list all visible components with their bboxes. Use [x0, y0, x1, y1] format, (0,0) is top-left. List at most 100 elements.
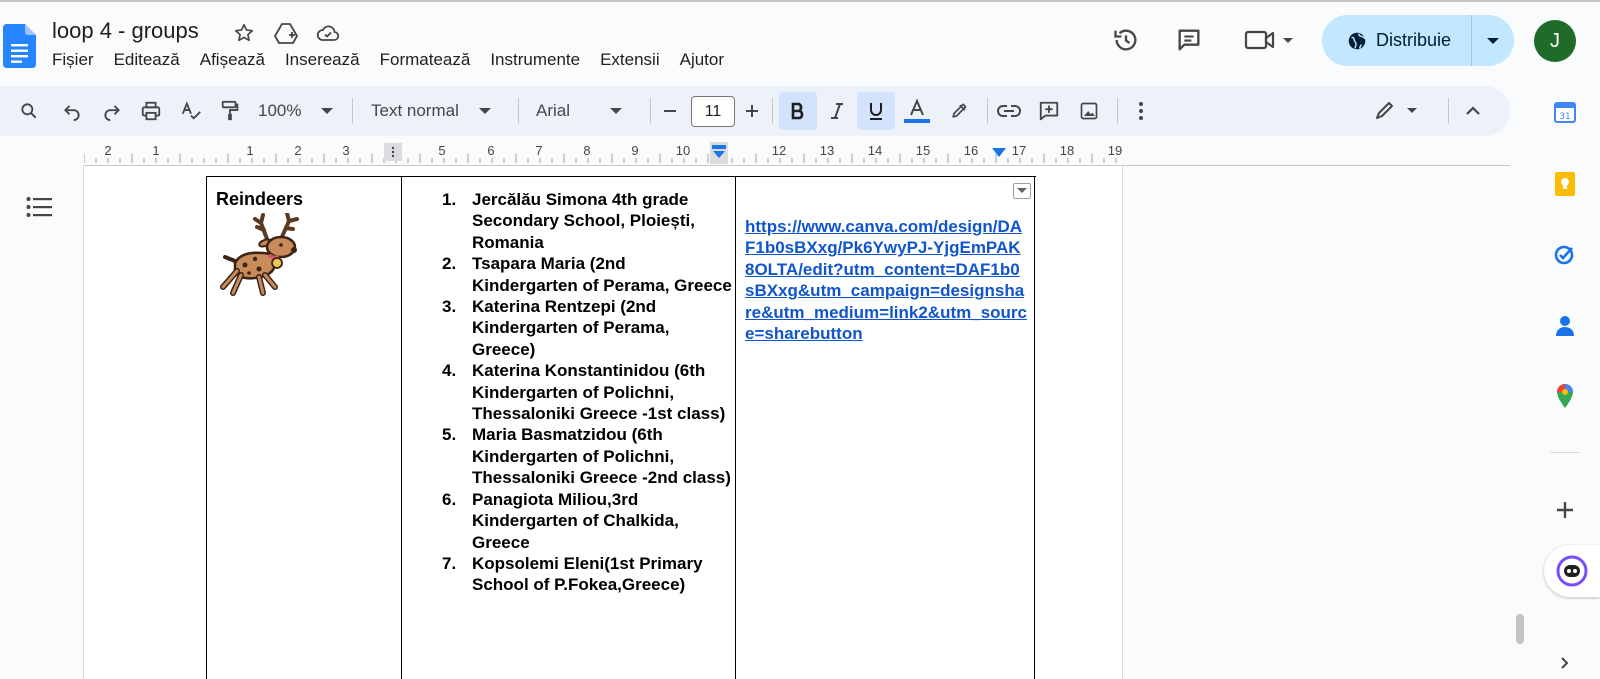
ruler-number: 14 — [867, 143, 883, 158]
menu-format[interactable]: Formatează — [380, 50, 481, 70]
right-indent-marker[interactable] — [992, 146, 1006, 160]
insert-link-icon[interactable] — [991, 86, 1027, 136]
table-cell-link[interactable]: https://www.canva.com/design/DAF1b0sBXxg… — [735, 177, 1035, 679]
avatar[interactable]: J — [1534, 20, 1576, 62]
hide-menus-icon[interactable] — [1456, 86, 1490, 136]
reindeer-image[interactable] — [215, 213, 305, 297]
meet-icon[interactable] — [1240, 22, 1300, 58]
menu-extensions[interactable]: Extensii — [600, 50, 670, 70]
document-outline-icon[interactable] — [26, 196, 52, 218]
menu-tools[interactable]: Instrumente — [490, 50, 590, 70]
spellcheck-icon[interactable] — [174, 86, 208, 136]
member-text: Kopsolemi Eleni(1st Primary School of P.… — [472, 553, 703, 595]
column-divider-handle[interactable] — [384, 143, 402, 161]
chevron-down-icon — [610, 107, 623, 114]
ruler-number: 1 — [152, 143, 160, 158]
version-history-icon[interactable] — [1108, 22, 1144, 58]
tasks-icon[interactable] — [1549, 238, 1581, 270]
paint-format-icon[interactable] — [213, 86, 247, 136]
move-to-drive-icon[interactable] — [272, 19, 300, 47]
toolbar-divider — [1117, 98, 1118, 124]
member-text: Panagiota Miliou,3rd Kindergarten of Cha… — [472, 489, 679, 552]
bold-button[interactable] — [779, 92, 817, 130]
ruler-number: 15 — [915, 143, 931, 158]
ruler-number: 2 — [294, 143, 302, 158]
docs-logo-icon[interactable] — [3, 24, 36, 68]
contacts-icon[interactable] — [1549, 310, 1581, 342]
toolbar-divider — [987, 98, 988, 124]
table-cell-members[interactable]: 1. Jercălău Simona 4th grade Secondary Sc… — [401, 177, 735, 679]
member-text: Katerina Konstantinidou (6th Kindergarte… — [472, 361, 726, 424]
share-dropdown-icon[interactable] — [1472, 37, 1514, 45]
italic-icon[interactable] — [818, 86, 856, 136]
style-value: Text normal — [371, 101, 459, 120]
toolbar-divider — [352, 98, 353, 124]
table-cell-group[interactable]: Reindeers — [206, 177, 401, 679]
zoom-value: 100% — [258, 101, 302, 120]
font-size-input[interactable]: 11 — [691, 96, 735, 127]
bold-icon — [791, 102, 804, 120]
undo-icon[interactable] — [55, 86, 89, 136]
menu-insert[interactable]: Inserează — [285, 50, 370, 70]
ruler-number: 8 — [583, 143, 591, 158]
editing-mode-icon[interactable] — [1370, 86, 1426, 136]
ruler[interactable]: 2 1 1 2 3 5 6 7 8 9 10 12 13 14 15 16 17… — [84, 140, 1510, 166]
style-select[interactable]: Text normal — [371, 86, 503, 136]
left-indent-marker[interactable] — [710, 142, 728, 164]
insert-image-icon[interactable] — [1071, 86, 1107, 136]
globe-icon — [1348, 32, 1366, 49]
maps-icon[interactable] — [1549, 380, 1581, 412]
document-page[interactable]: Reindeers 1. Jercălău Simona 4th grade S… — [83, 166, 1123, 679]
toolbar-divider — [772, 98, 773, 124]
comments-icon[interactable] — [1171, 22, 1207, 58]
member-text: Jercălău Simona 4th grade Secondary Scho… — [472, 190, 695, 252]
keep-icon[interactable] — [1549, 168, 1581, 200]
font-value: Arial — [536, 101, 571, 120]
menu-file[interactable]: Fișier — [52, 50, 104, 70]
list-item: 5. Maria Basmatzidou (6th Kindergarten of… — [442, 424, 734, 488]
canva-design-link[interactable]: https://www.canva.com/design/DAF1b0sBXxg… — [745, 216, 1027, 344]
cloud-saved-icon[interactable] — [314, 19, 342, 47]
share-label: Distribuie — [1376, 30, 1452, 50]
menu-view[interactable]: Afișează — [200, 50, 275, 70]
toolbar-divider — [1448, 98, 1449, 124]
add-addon-icon[interactable] — [1549, 494, 1581, 526]
menu-help[interactable]: Ajutor — [680, 50, 734, 70]
highlight-color-icon[interactable] — [940, 86, 978, 136]
calendar-icon[interactable]: 31 — [1549, 96, 1581, 128]
list-item: 2. Tsapara Maria (2nd Kindergarten of Per… — [442, 253, 734, 296]
group-name: Reindeers — [216, 189, 304, 209]
share-button[interactable]: Distribuie — [1322, 15, 1514, 66]
vertical-scrollbar[interactable] — [1516, 614, 1524, 644]
ruler-number: 3 — [342, 143, 350, 158]
text-color-icon[interactable] — [898, 86, 936, 136]
zoom-select[interactable]: 100% — [258, 86, 342, 136]
assistant-bubble-icon[interactable] — [1544, 545, 1600, 597]
increase-font-size-icon[interactable] — [737, 86, 767, 136]
redo-icon[interactable] — [95, 86, 129, 136]
document-title[interactable]: loop 4 - groups — [52, 18, 199, 44]
add-comment-icon[interactable] — [1031, 86, 1067, 136]
underline-button[interactable] — [857, 92, 895, 130]
more-options-icon[interactable] — [1124, 86, 1158, 136]
chevron-down-icon — [321, 107, 334, 114]
member-text: Katerina Rentzepi (2nd Kindergarten of P… — [472, 297, 670, 359]
font-select[interactable]: Arial — [536, 86, 636, 136]
ruler-number: 19 — [1107, 143, 1123, 158]
ruler-number: 10 — [675, 143, 691, 158]
list-item: 3. Katerina Rentzepi (2nd Kindergarten of… — [442, 296, 734, 360]
ruler-number: 12 — [771, 143, 787, 158]
decrease-font-size-icon[interactable] — [655, 86, 685, 136]
ruler-number: 2 — [104, 143, 112, 158]
menu-edit[interactable]: Editează — [114, 50, 190, 70]
search-menus-icon[interactable] — [12, 86, 46, 136]
ruler-number: 7 — [535, 143, 543, 158]
ruler-number: 17 — [1011, 143, 1027, 158]
star-icon[interactable] — [230, 19, 258, 47]
side-panel-divider — [1550, 452, 1580, 453]
expand-side-panel-icon[interactable] — [1549, 650, 1581, 676]
cell-options-dropdown-icon[interactable] — [1013, 183, 1031, 199]
ruler-number: 16 — [963, 143, 979, 158]
print-icon[interactable] — [134, 86, 168, 136]
ruler-number: 18 — [1059, 143, 1075, 158]
